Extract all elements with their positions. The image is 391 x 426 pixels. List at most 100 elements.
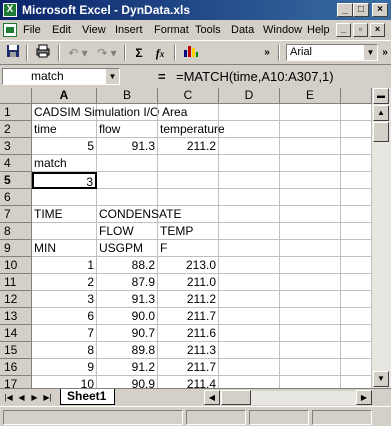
cell[interactable] [158, 189, 219, 206]
menu-insert[interactable]: Insert [115, 24, 143, 36]
cell[interactable]: temperature [158, 121, 225, 138]
cell[interactable] [280, 308, 341, 325]
cell[interactable]: 91.3 [97, 291, 158, 308]
column-header-e[interactable]: E [280, 88, 341, 104]
cell[interactable] [280, 172, 341, 189]
cell[interactable] [32, 189, 97, 206]
cell[interactable]: 88.2 [97, 257, 158, 274]
cell[interactable]: match [32, 155, 97, 172]
cell[interactable] [97, 155, 158, 172]
menu-tools[interactable]: Tools [195, 24, 221, 36]
menu-file[interactable]: File [23, 24, 41, 36]
first-sheet-icon[interactable]: |◀ [2, 391, 15, 404]
row-header[interactable]: 4 [0, 155, 32, 172]
toolbar-overflow-icon[interactable]: » [380, 44, 390, 62]
cell[interactable] [341, 257, 372, 274]
cell[interactable] [280, 325, 341, 342]
cell[interactable]: 3 [32, 291, 97, 308]
next-sheet-icon[interactable]: ▶ [28, 391, 41, 404]
cell[interactable]: 91.2 [97, 359, 158, 376]
chevron-down-icon[interactable]: ▼ [105, 69, 119, 84]
cell[interactable]: 2 [32, 274, 97, 291]
row-header[interactable]: 5 [0, 172, 32, 189]
cell[interactable] [280, 342, 341, 359]
cell[interactable] [280, 189, 341, 206]
worksheet-grid[interactable]: A B C D E 1 CADSIM Simulation I/O Area 2 ti… [0, 88, 372, 388]
cell[interactable] [280, 274, 341, 291]
chart-wizard-icon[interactable] [180, 44, 202, 62]
menu-format[interactable]: Format [154, 24, 189, 36]
cell[interactable]: CADSIM Simulation I/O Area [32, 104, 187, 121]
cell[interactable]: MIN [32, 240, 97, 257]
cell[interactable] [219, 325, 280, 342]
hscroll-thumb[interactable] [221, 390, 251, 405]
cell[interactable] [219, 240, 280, 257]
row-header[interactable]: 14 [0, 325, 32, 342]
active-cell[interactable]: 3 [32, 172, 97, 189]
cell[interactable] [280, 206, 341, 223]
row-header[interactable]: 15 [0, 342, 32, 359]
save-icon[interactable] [4, 44, 22, 62]
cell[interactable]: 211.6 [158, 325, 219, 342]
cell[interactable]: 8 [32, 342, 97, 359]
cell[interactable] [280, 155, 341, 172]
cell[interactable] [219, 223, 280, 240]
cell[interactable] [32, 223, 97, 240]
cell[interactable] [280, 223, 341, 240]
row-header[interactable]: 8 [0, 223, 32, 240]
cell[interactable]: 91.3 [97, 138, 158, 155]
cell[interactable]: 211.4 [158, 376, 219, 388]
row-header[interactable]: 13 [0, 308, 32, 325]
cell[interactable]: CONDENSATE [97, 206, 181, 223]
cell[interactable] [341, 189, 372, 206]
cell[interactable]: 211.0 [158, 274, 219, 291]
cell[interactable] [219, 376, 280, 388]
edit-formula-icon[interactable]: = [158, 69, 166, 84]
cell[interactable]: 6 [32, 308, 97, 325]
cell[interactable] [158, 104, 219, 121]
cell[interactable] [219, 257, 280, 274]
cell[interactable] [341, 121, 372, 138]
cell[interactable]: flow [97, 121, 158, 138]
print-icon[interactable] [32, 44, 54, 62]
cell[interactable] [341, 240, 372, 257]
row-header[interactable]: 3 [0, 138, 32, 155]
menu-edit[interactable]: Edit [52, 24, 71, 36]
cell[interactable] [219, 206, 280, 223]
toolbar-more-icon[interactable]: » [260, 44, 274, 62]
scroll-right-icon[interactable]: ▶ [356, 390, 372, 405]
cell[interactable] [219, 138, 280, 155]
row-header[interactable]: 11 [0, 274, 32, 291]
cell[interactable] [219, 274, 280, 291]
cell[interactable] [341, 223, 372, 240]
vertical-scrollbar[interactable]: ▬ ▲ ▼ [372, 88, 391, 388]
cell[interactable] [341, 376, 372, 388]
row-header[interactable]: 17 [0, 376, 32, 388]
cell[interactable] [341, 274, 372, 291]
workbook-icon[interactable] [3, 23, 17, 37]
row-header[interactable]: 1 [0, 104, 32, 121]
cell[interactable] [280, 359, 341, 376]
menu-data[interactable]: Data [231, 24, 254, 36]
cell[interactable]: FLOW [97, 223, 158, 240]
cell[interactable] [341, 291, 372, 308]
scroll-up-icon[interactable]: ▲ [373, 105, 389, 121]
cell[interactable] [280, 376, 341, 388]
cell[interactable] [280, 291, 341, 308]
cell[interactable] [280, 138, 341, 155]
name-box[interactable]: match ▼ [2, 68, 120, 85]
cell[interactable] [341, 342, 372, 359]
cell[interactable] [97, 104, 158, 121]
cell[interactable] [219, 104, 280, 121]
menu-view[interactable]: View [82, 24, 106, 36]
cell[interactable] [341, 308, 372, 325]
cell[interactable] [280, 257, 341, 274]
row-header[interactable]: 10 [0, 257, 32, 274]
scroll-down-icon[interactable]: ▼ [373, 371, 389, 387]
column-header-d[interactable]: D [219, 88, 280, 104]
cell[interactable]: 90.7 [97, 325, 158, 342]
row-header[interactable]: 7 [0, 206, 32, 223]
cell[interactable]: time [32, 121, 97, 138]
close-icon[interactable]: × [372, 3, 388, 17]
cell[interactable]: 7 [32, 325, 97, 342]
